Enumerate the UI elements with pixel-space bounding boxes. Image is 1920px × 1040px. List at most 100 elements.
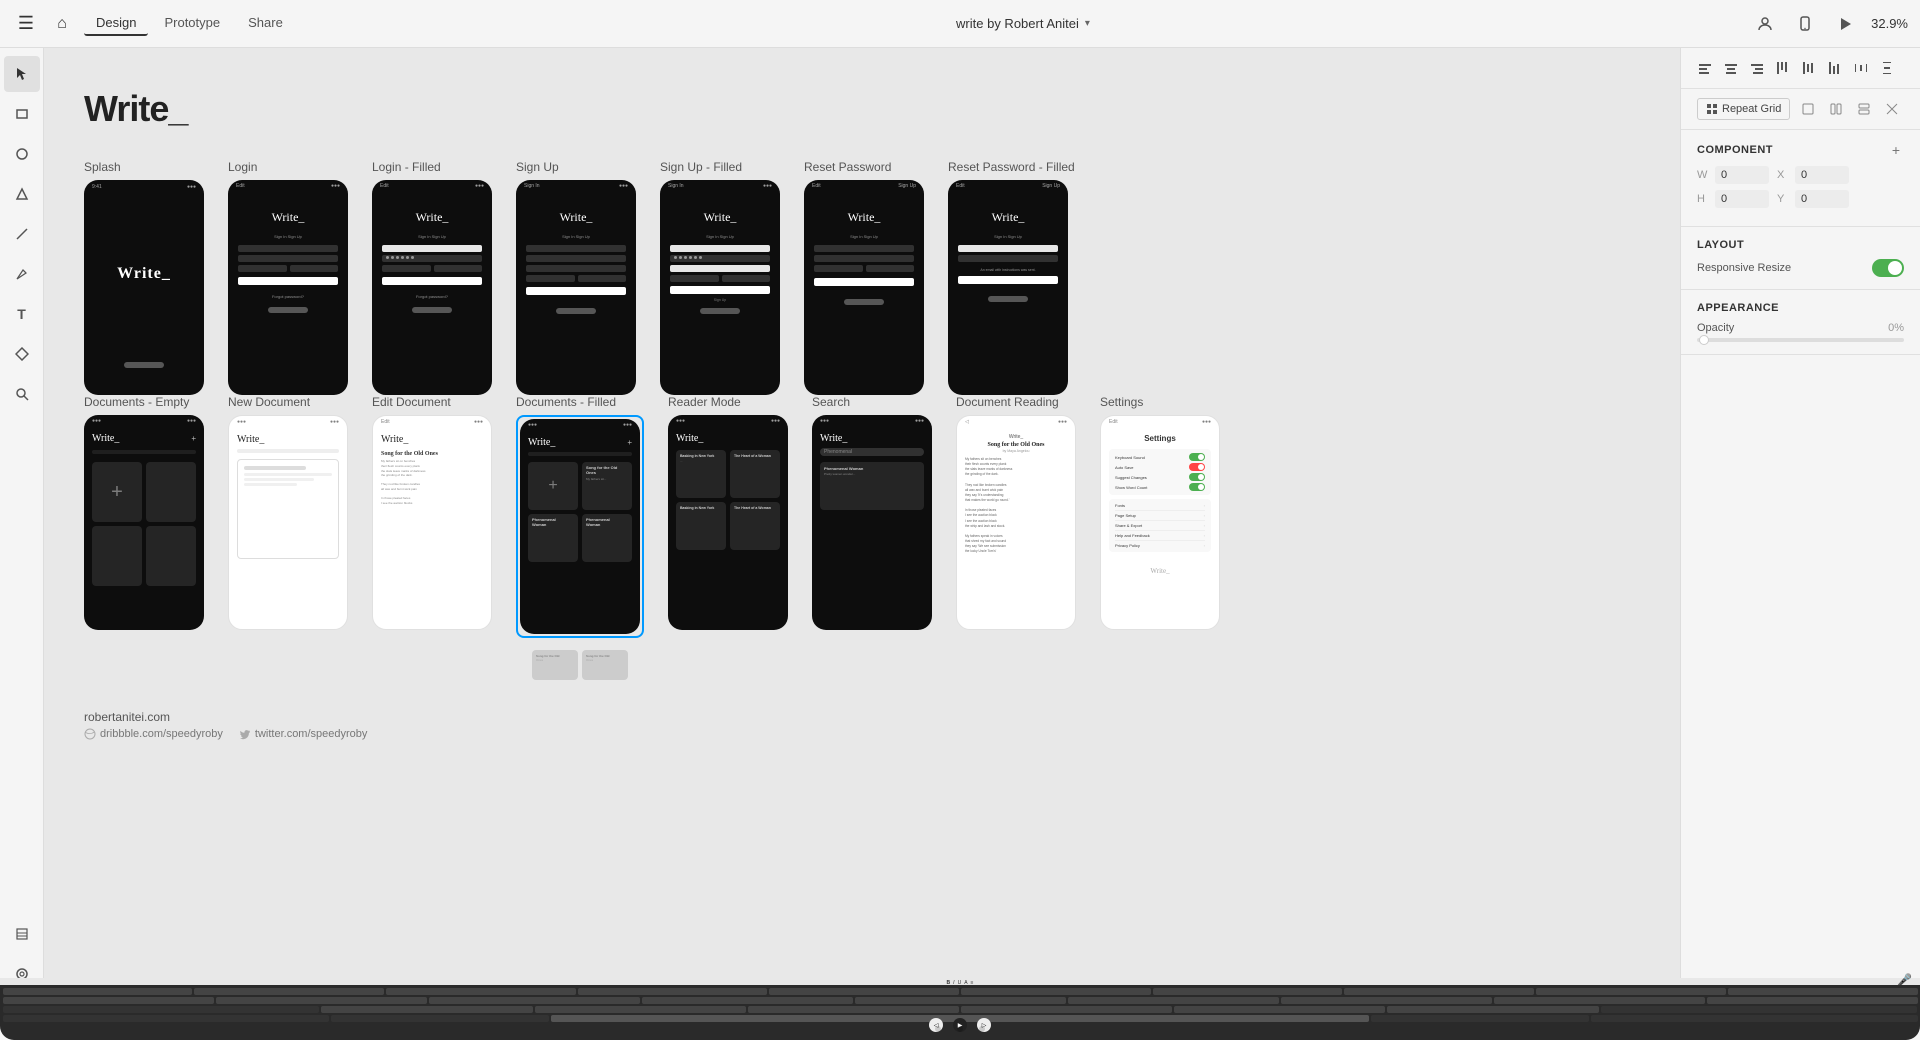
screen-row-2: Documents - Empty ●●● ●●● Write_ +	[84, 395, 1640, 680]
height-field: H	[1697, 190, 1769, 208]
dimensions-container: W X H Y	[1697, 166, 1904, 208]
responsive-resize-row: Responsive Resize	[1697, 259, 1904, 277]
opacity-row: Opacity 0%	[1697, 322, 1904, 342]
canvas[interactable]: Write_ Splash 9:41 ●●● Write_	[44, 48, 1680, 1040]
title-dropdown-icon[interactable]: ▾	[1085, 18, 1090, 29]
screen-label-signup-filled: Sign Up - Filled	[660, 160, 780, 174]
screen-docs-filled-selected[interactable]: ●●● ●●● Write_ + +	[516, 415, 644, 638]
nav-tabs: Design Prototype Share	[84, 11, 295, 36]
screen-search[interactable]: ●●● ●●● Write_ Phenomenal Phenomenal Wom…	[812, 415, 932, 630]
tool-rectangle[interactable]	[4, 96, 40, 132]
screen-label-login: Login	[228, 160, 348, 174]
screen-item-login: Login Edit ●●● Write_ Sign In Sign Up	[228, 160, 348, 395]
align-toolbar	[1681, 48, 1920, 89]
component-section: COMPONENT + W X H	[1681, 130, 1920, 227]
screen-label-docs-filled: Documents - Filled	[516, 395, 644, 409]
screen-signup[interactable]: Sign In ●●● Write_ Sign In Sign Up	[516, 180, 636, 395]
tab-share[interactable]: Share	[236, 11, 295, 36]
align-left-btn[interactable]	[1693, 56, 1717, 80]
panel-icon-4[interactable]	[1880, 97, 1904, 121]
tool-search[interactable]	[4, 376, 40, 412]
screen-item-docs-empty: Documents - Empty ●●● ●●● Write_ +	[84, 395, 204, 630]
device-preview-btn[interactable]	[1791, 10, 1819, 38]
tool-circle[interactable]	[4, 136, 40, 172]
x-label: X	[1777, 169, 1791, 181]
tool-line[interactable]	[4, 216, 40, 252]
layout-title: LAYOUT	[1697, 239, 1744, 251]
screen-reset-filled[interactable]: Edit Sign Up Write_ Sign In Sign Up An e…	[948, 180, 1068, 395]
align-bottom-btn[interactable]	[1823, 56, 1847, 80]
width-field: W	[1697, 166, 1769, 184]
distribute-v-btn[interactable]	[1875, 56, 1899, 80]
component-header: COMPONENT +	[1697, 142, 1904, 158]
screen-splash[interactable]: 9:41 ●●● Write_	[84, 180, 204, 395]
align-right-btn[interactable]	[1745, 56, 1769, 80]
screen-signup-filled[interactable]: Sign In ●●● Write_ Sign In Sign Up	[660, 180, 780, 395]
screen-label-reset-filled: Reset Password - Filled	[948, 160, 1075, 174]
screen-label-splash: Splash	[84, 160, 204, 174]
opacity-slider[interactable]	[1697, 338, 1904, 342]
tool-layers[interactable]	[4, 916, 40, 952]
appearance-title: APPEARANCE	[1697, 302, 1779, 314]
dimensions-hy-row: H Y	[1697, 190, 1904, 208]
screen-item-login-filled: Login - Filled Edit ●●● Write_ Sign In S…	[372, 160, 492, 395]
appearance-header: APPEARANCE	[1697, 302, 1904, 314]
screen-reset[interactable]: Edit Sign Up Write_ Sign In Sign Up	[804, 180, 924, 395]
left-sidebar: T	[0, 48, 44, 1040]
tab-prototype[interactable]: Prototype	[152, 11, 232, 36]
home-icon[interactable]: ⌂	[48, 10, 76, 38]
appearance-section: APPEARANCE Opacity 0%	[1681, 290, 1920, 355]
screen-edit-doc[interactable]: Edit ●●● Write_ Song for the Old Ones My…	[372, 415, 492, 630]
tool-text[interactable]: T	[4, 296, 40, 332]
screen-label-login-filled: Login - Filled	[372, 160, 492, 174]
tab-design[interactable]: Design	[84, 11, 148, 36]
tool-triangle[interactable]	[4, 176, 40, 212]
main-layout: T Write_ Splash	[0, 48, 1920, 1040]
screen-doc-reading[interactable]: ◁ ●●● Write_ Song for the Old Ones by Ma…	[956, 415, 1076, 630]
screen-label-signup: Sign Up	[516, 160, 636, 174]
responsive-resize-toggle[interactable]	[1872, 259, 1904, 277]
screen-item-search: Search ●●● ●●● Write_ Phenomenal	[812, 395, 932, 630]
menu-icon[interactable]: ☰	[12, 10, 40, 38]
play-btn[interactable]	[1831, 10, 1859, 38]
zoom-level[interactable]: 32.9%	[1871, 16, 1908, 31]
tool-select[interactable]	[4, 56, 40, 92]
align-center-v-btn[interactable]	[1797, 56, 1821, 80]
screen-login[interactable]: Edit ●●● Write_ Sign In Sign Up For	[228, 180, 348, 395]
screen-settings[interactable]: Edit ●●● Settings Keyboard Sound A	[1100, 415, 1220, 630]
screen-login-filled[interactable]: Edit ●●● Write_ Sign In Sign Up	[372, 180, 492, 395]
screen-label-edit-doc: Edit Document	[372, 395, 492, 409]
opacity-thumb[interactable]	[1699, 335, 1709, 345]
screen-label-reset: Reset Password	[804, 160, 924, 174]
screen-row-1: Splash 9:41 ●●● Write_ Login	[84, 160, 1640, 395]
distribute-h-btn[interactable]	[1849, 56, 1873, 80]
screen-item-settings: Settings Edit ●●● Settings Keyboard Soun…	[1100, 395, 1220, 630]
x-input[interactable]	[1795, 166, 1849, 184]
width-input[interactable]	[1715, 166, 1769, 184]
responsive-resize-label: Responsive Resize	[1697, 262, 1791, 274]
tool-component[interactable]	[4, 336, 40, 372]
panel-icon-2[interactable]	[1824, 97, 1848, 121]
panel-icon-1[interactable]	[1796, 97, 1820, 121]
panel-icon-3[interactable]	[1852, 97, 1876, 121]
repeat-grid-btn[interactable]: Repeat Grid	[1697, 98, 1790, 120]
tool-pen[interactable]	[4, 256, 40, 292]
footer-twitter: twitter.com/speedyroby	[239, 728, 368, 740]
component-add-btn[interactable]: +	[1888, 142, 1904, 158]
profile-btn[interactable]	[1751, 10, 1779, 38]
footer-url: robertanitei.com	[84, 710, 1640, 724]
screen-label-settings: Settings	[1100, 395, 1220, 409]
screen-docs-empty[interactable]: ●●● ●●● Write_ + +	[84, 415, 204, 630]
height-label: H	[1697, 193, 1711, 205]
opacity-value: 0%	[1888, 322, 1904, 334]
screen-reader[interactable]: ●●● ●●● Write_ Basking in New York ...	[668, 415, 788, 630]
y-input[interactable]	[1795, 190, 1849, 208]
align-center-h-btn[interactable]	[1719, 56, 1743, 80]
dimensions-wh-row: W X	[1697, 166, 1904, 184]
height-input[interactable]	[1715, 190, 1769, 208]
screen-label-search: Search	[812, 395, 932, 409]
screen-new-doc[interactable]: ●●● ●●● Write_	[228, 415, 348, 630]
x-field: X	[1777, 166, 1849, 184]
align-top-btn[interactable]	[1771, 56, 1795, 80]
repeat-grid-row: Repeat Grid	[1681, 89, 1920, 130]
